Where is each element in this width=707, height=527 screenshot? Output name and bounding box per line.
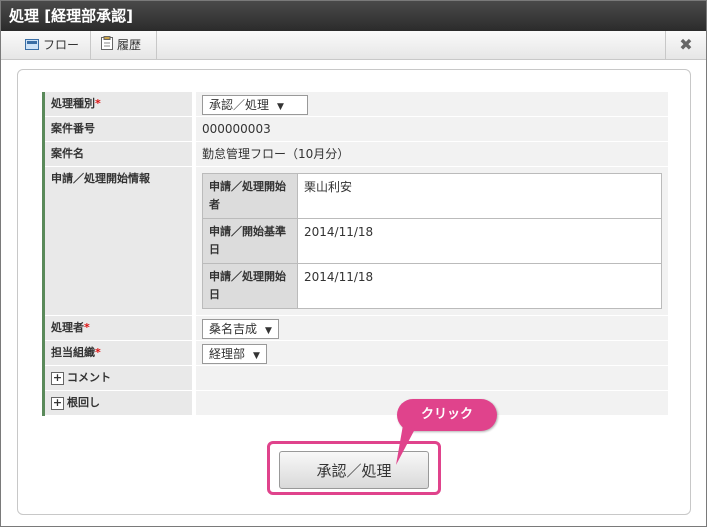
- plus-icon: +: [51, 370, 64, 385]
- window-title: 処理 [経理部承認]: [1, 1, 706, 31]
- close-icon[interactable]: ✖: [665, 31, 706, 59]
- starter-value: 栗山利安: [297, 173, 662, 219]
- organization-select[interactable]: 経理部 ▼: [202, 343, 267, 364]
- process-form: 処理種別* 承認／処理 ▼ 案件番号 000000003 案件名 勤怠管理フロー（…: [42, 92, 668, 416]
- case-number-label: 案件番号: [42, 116, 194, 142]
- process-type-select[interactable]: 承認／処理 ▼: [202, 94, 308, 115]
- callout-pointer: [396, 425, 415, 465]
- clipboard-icon: [101, 32, 113, 60]
- case-number-value: 000000003: [192, 116, 668, 142]
- dialog-window: 処理 [経理部承認] フロー 履歴 ✖ 処理種別* 承認／処理 ▼ 案件番号 00…: [0, 0, 707, 527]
- processor-select[interactable]: 桑名吉成 ▼: [202, 318, 279, 339]
- process-type-label: 処理種別*: [42, 92, 194, 117]
- organization-label: 担当組織*: [42, 340, 194, 366]
- start-date-value: 2014/11/18: [297, 263, 662, 309]
- plus-icon: +: [51, 395, 64, 410]
- chevron-down-icon: ▼: [253, 350, 260, 361]
- toolbar: フロー 履歴 ✖: [1, 31, 706, 60]
- flow-button-label: フロー: [43, 38, 80, 52]
- history-button[interactable]: 履歴: [91, 31, 157, 59]
- flow-image-icon: [25, 32, 39, 60]
- history-button-label: 履歴: [117, 38, 142, 52]
- processor-label: 処理者*: [42, 315, 194, 341]
- comment-toggle[interactable]: + コメント: [42, 365, 194, 391]
- start-date-label: 申請／処理開始日: [202, 263, 298, 309]
- case-name-value: 勤怠管理フロー（10月分）: [192, 141, 668, 167]
- start-info-table: 申請／処理開始者 栗山利安 申請／開始基準日 2014/11/18 申請／処理開…: [202, 173, 662, 309]
- start-info-label: 申請／処理開始情報: [42, 166, 194, 316]
- chevron-down-icon: ▼: [265, 325, 272, 336]
- flow-button[interactable]: フロー: [15, 31, 91, 59]
- case-name-label: 案件名: [42, 141, 194, 167]
- base-date-value: 2014/11/18: [297, 218, 662, 264]
- nemawashi-toggle[interactable]: + 根回し: [42, 390, 194, 416]
- base-date-label: 申請／開始基準日: [202, 218, 298, 264]
- chevron-down-icon: ▼: [277, 101, 284, 112]
- starter-label: 申請／処理開始者: [202, 173, 298, 219]
